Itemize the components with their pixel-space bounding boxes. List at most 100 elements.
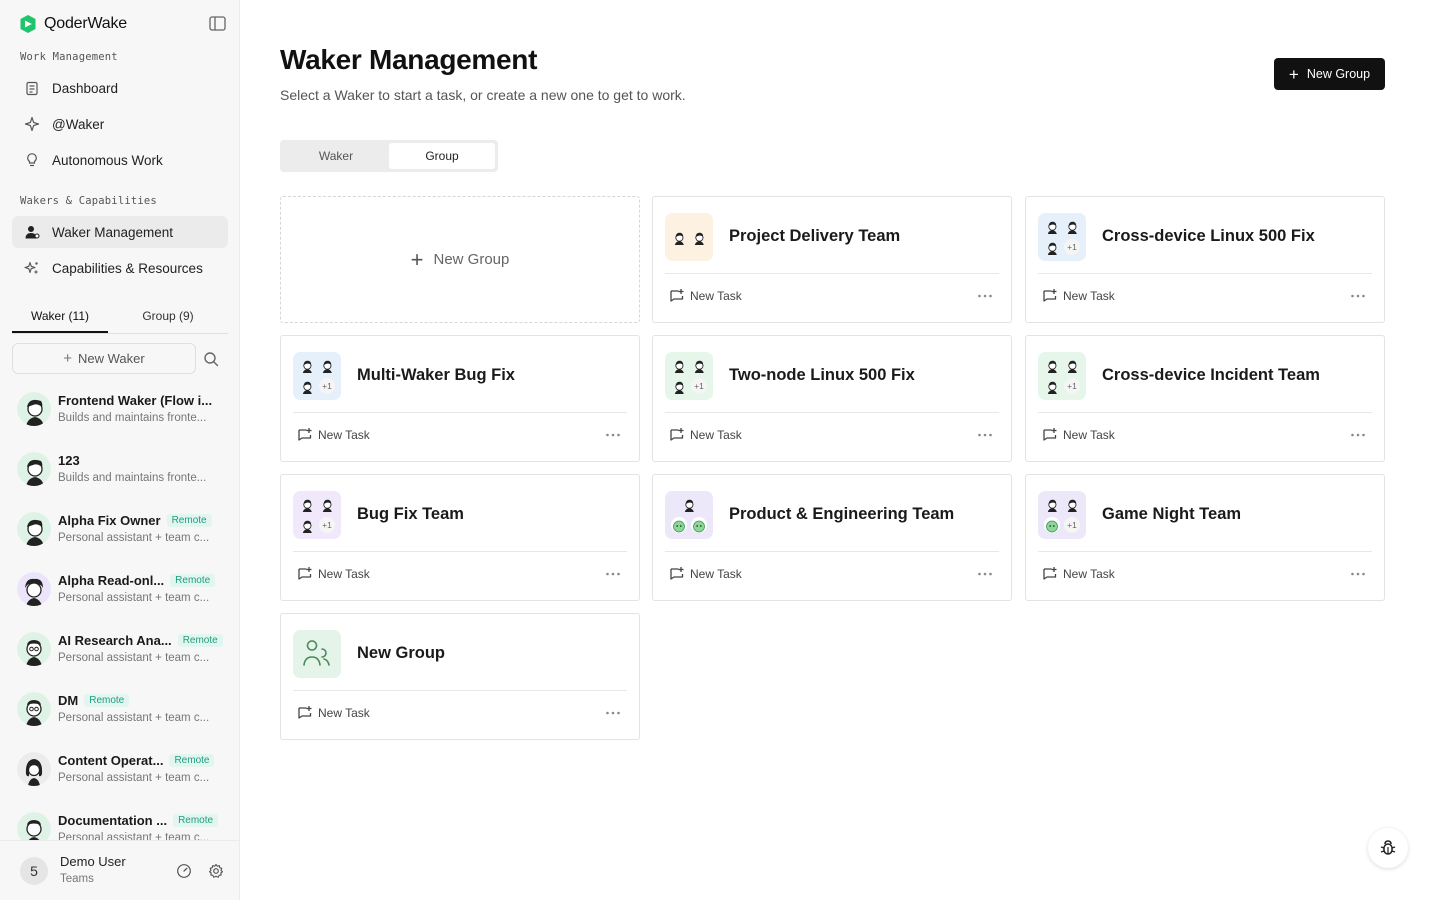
plus-icon: +	[63, 350, 73, 367]
group-card[interactable]: +1 Multi-Waker Bug Fix New Task	[280, 335, 640, 462]
group-card[interactable]: +1 Game Night Team New Task	[1025, 474, 1385, 601]
sidebar-collapse-icon[interactable]	[209, 16, 226, 31]
nav-label: Waker Management	[52, 224, 174, 240]
svg-text:+1: +1	[1067, 520, 1077, 530]
search-icon[interactable]	[203, 351, 219, 367]
new-task-label: New Task	[318, 706, 370, 720]
card-divider	[1038, 551, 1372, 552]
new-group-card[interactable]: + New Group	[280, 196, 640, 323]
waker-list-item[interactable]: Frontend Waker (Flow i... Builds and mai…	[12, 380, 228, 436]
new-task-button[interactable]: New Task	[297, 566, 370, 582]
new-task-button[interactable]: New Task	[1042, 288, 1115, 304]
waker-avatar	[17, 812, 51, 840]
more-options-icon[interactable]	[1350, 432, 1366, 438]
card-divider	[665, 412, 999, 413]
group-avatar-icon: +1	[1038, 491, 1086, 539]
waker-list: Frontend Waker (Flow i... Builds and mai…	[0, 380, 239, 840]
card-divider	[293, 412, 627, 413]
new-task-button[interactable]: New Task	[669, 566, 742, 582]
new-task-label: New Task	[318, 428, 370, 442]
group-card[interactable]: New Group New Task	[280, 613, 640, 740]
bug-report-button[interactable]	[1368, 828, 1408, 868]
waker-list-item[interactable]: Content Operat... Remote Personal assista…	[12, 740, 228, 796]
new-task-button[interactable]: New Task	[297, 427, 370, 443]
waker-name: Documentation ...	[58, 812, 168, 828]
gauge-icon[interactable]	[176, 863, 192, 879]
new-waker-button[interactable]: + New Waker	[12, 343, 196, 374]
more-options-icon[interactable]	[977, 571, 993, 577]
new-task-label: New Task	[690, 567, 742, 581]
group-name: Project Delivery Team	[729, 227, 901, 245]
toggle-group[interactable]: Group	[389, 143, 495, 169]
new-task-button[interactable]: New Task	[1042, 566, 1115, 582]
new-task-label: New Task	[1063, 428, 1115, 442]
waker-list-item[interactable]: AI Research Ana... Remote Personal assist…	[12, 620, 228, 676]
waker-description: Personal assistant + team c...	[58, 592, 210, 604]
new-task-icon	[298, 428, 312, 441]
waker-description: Builds and maintains fronte...	[58, 472, 207, 484]
new-task-button[interactable]: New Task	[1042, 427, 1115, 443]
svg-text:+1: +1	[1067, 381, 1077, 391]
more-options-icon[interactable]	[605, 432, 621, 438]
user-name: Demo User	[60, 854, 126, 869]
more-options-icon[interactable]	[605, 710, 621, 716]
new-group-button[interactable]: + New Group	[1274, 58, 1385, 90]
group-avatar-icon: +1	[293, 491, 341, 539]
new-task-icon	[670, 289, 684, 302]
new-task-button[interactable]: New Task	[297, 705, 370, 721]
nav-item-dashboard[interactable]: Dashboard	[12, 72, 228, 104]
group-card[interactable]: Project Delivery Team New Task	[652, 196, 1012, 323]
more-options-icon[interactable]	[977, 432, 993, 438]
group-card[interactable]: Product & Engineering Team New Task	[652, 474, 1012, 601]
nav-item-capabilities-resources[interactable]: Capabilities & Resources	[12, 252, 228, 284]
group-card[interactable]: +1 Cross-device Linux 500 Fix New Task	[1025, 196, 1385, 323]
waker-list-item[interactable]: Alpha Read-onl... Remote Personal assista…	[12, 560, 228, 616]
nav-item-waker[interactable]: @Waker	[12, 108, 228, 140]
remote-badge: Remote	[84, 693, 130, 707]
remote-badge: Remote	[177, 633, 223, 647]
new-task-button[interactable]: New Task	[669, 288, 742, 304]
remote-badge: Remote	[173, 813, 219, 827]
waker-avatar	[17, 452, 51, 486]
group-card[interactable]: +1 Two-node Linux 500 Fix New Task	[652, 335, 1012, 462]
section-label-wakers-capabilities: Wakers & Capabilities	[20, 195, 157, 207]
waker-list-item[interactable]: 123 Builds and maintains fronte...	[12, 440, 228, 496]
tab-group[interactable]: Group (9)	[108, 300, 228, 333]
waker-list-item[interactable]: DM Remote Personal assistant + team c...	[12, 680, 228, 736]
group-name: Two-node Linux 500 Fix	[729, 366, 915, 384]
waker-description: Personal assistant + team c...	[58, 532, 210, 544]
tab-waker[interactable]: Waker (11)	[12, 300, 108, 333]
sidebar: QoderWake Work Management Dashboard @Wak…	[0, 0, 240, 900]
new-task-button[interactable]: New Task	[669, 427, 742, 443]
group-card[interactable]: +1 Cross-device Incident Team New Task	[1025, 335, 1385, 462]
waker-name: 123	[58, 452, 80, 468]
view-toggle: Waker Group	[280, 140, 498, 172]
more-options-icon[interactable]	[1350, 571, 1366, 577]
nav-item-autonomous-work[interactable]: Autonomous Work	[12, 144, 228, 176]
waker-list-item[interactable]: Alpha Fix Owner Remote Personal assistant…	[12, 500, 228, 556]
gear-icon[interactable]	[208, 863, 224, 879]
card-divider	[1038, 273, 1372, 274]
waker-list-item[interactable]: Documentation ... Remote Personal assista…	[12, 800, 228, 840]
more-options-icon[interactable]	[605, 571, 621, 577]
brand[interactable]: QoderWake	[18, 14, 127, 34]
nav-label: Autonomous Work	[52, 152, 163, 168]
nav-item-waker-management[interactable]: Waker Management	[12, 216, 228, 248]
nav-label: @Waker	[52, 116, 105, 132]
user-avatar[interactable]: 5	[20, 857, 48, 885]
waker-name: Alpha Fix Owner	[58, 512, 161, 528]
nav-label: Dashboard	[52, 80, 119, 96]
group-name: Multi-Waker Bug Fix	[357, 366, 515, 384]
page-subtitle: Select a Waker to start a task, or creat…	[280, 87, 686, 103]
toggle-waker[interactable]: Waker	[283, 143, 389, 169]
remote-badge: Remote	[169, 753, 215, 767]
more-options-icon[interactable]	[1350, 293, 1366, 299]
plus-icon: +	[410, 246, 424, 272]
more-options-icon[interactable]	[977, 293, 993, 299]
group-avatar-icon	[665, 491, 713, 539]
bug-icon	[1380, 840, 1396, 855]
new-task-label: New Task	[1063, 289, 1115, 303]
group-card[interactable]: +1 Bug Fix Team New Task	[280, 474, 640, 601]
waker-name: Content Operat...	[58, 752, 164, 768]
main-content: Waker Management Select a Waker to start…	[240, 0, 1440, 900]
